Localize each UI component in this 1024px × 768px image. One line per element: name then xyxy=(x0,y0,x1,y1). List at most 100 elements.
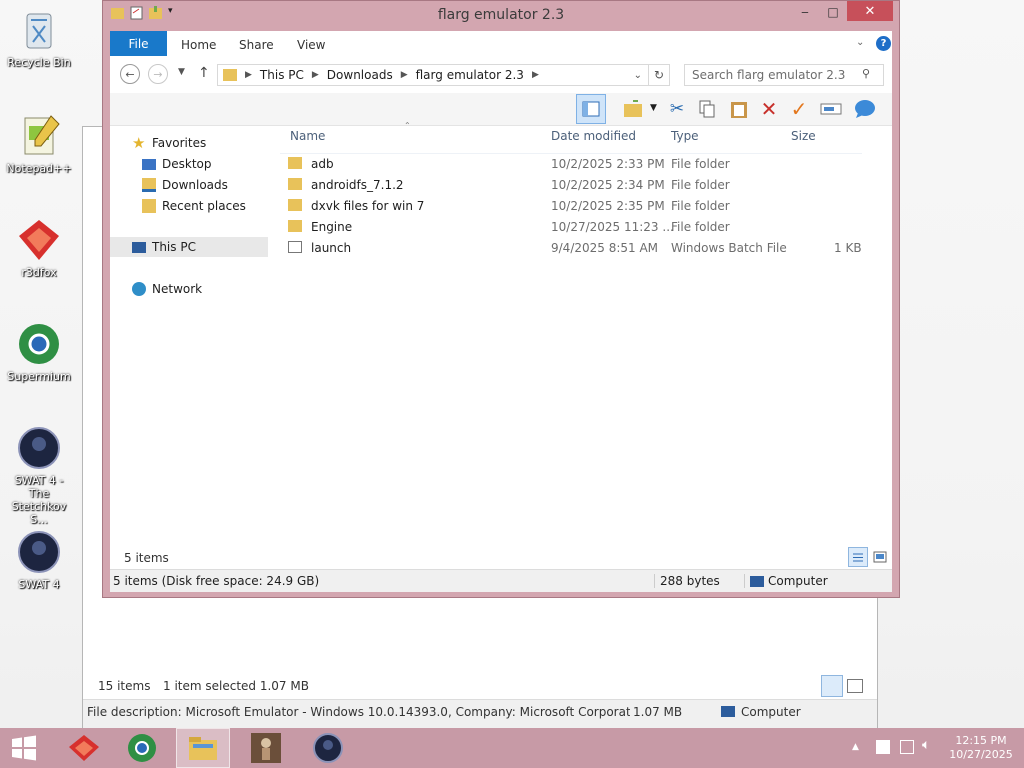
breadcrumb-downloads[interactable]: Downloads xyxy=(327,68,393,82)
navigation-pane: ★ Favorites Desktop Downloads Recent pla… xyxy=(110,125,270,545)
search-input[interactable]: Search flarg emulator 2.3 xyxy=(684,64,884,86)
swat4-icon xyxy=(15,424,63,472)
file-type: File folder xyxy=(671,220,730,234)
desktop-icon-swat4-stetchkov[interactable]: SWAT 4 - The Stetchkov S... xyxy=(4,424,74,526)
desktop-icon-r3dfox[interactable]: r3dfox xyxy=(4,216,74,279)
nav-label: Network xyxy=(152,282,203,296)
breadcrumb-this-pc[interactable]: This PC xyxy=(260,68,304,82)
bg-location: Computer xyxy=(741,705,801,719)
computer-icon xyxy=(750,576,764,587)
taskbar-supermium[interactable] xyxy=(116,728,168,768)
column-header-type[interactable]: Type xyxy=(671,129,699,143)
checkmark-icon[interactable]: ✓ xyxy=(788,97,810,121)
back-button[interactable]: ← xyxy=(120,64,140,84)
supermium-icon xyxy=(128,734,156,762)
taskbar-app[interactable] xyxy=(240,728,292,768)
recycle-bin-icon xyxy=(15,6,63,54)
taskbar-r3dfox[interactable] xyxy=(58,728,110,768)
desktop-icon-supermium[interactable]: Supermium xyxy=(4,320,74,383)
breadcrumb-current-folder[interactable]: flarg emulator 2.3 xyxy=(416,68,524,82)
file-row-androidfs[interactable]: androidfs_7.1.2 10/2/2025 2:34 PM File f… xyxy=(280,175,870,196)
folder-icon xyxy=(288,157,302,169)
taskbar-swat4[interactable] xyxy=(302,728,354,768)
desktop-icon-notepadpp[interactable]: Notepad++ xyxy=(4,112,74,175)
maximize-button[interactable]: □ xyxy=(819,1,847,23)
help-icon[interactable]: ? xyxy=(876,36,891,51)
cut-icon[interactable]: ✂ xyxy=(666,98,688,120)
file-type: File folder xyxy=(671,157,730,171)
desktop-icon xyxy=(142,158,156,170)
file-row-adb[interactable]: adb 10/2/2025 2:33 PM File folder xyxy=(280,154,870,175)
status-selection-size: 288 bytes xyxy=(660,574,720,588)
nav-desktop[interactable]: Desktop xyxy=(142,154,212,174)
volume-icon[interactable]: 🔈︎ xyxy=(922,738,930,752)
network-icon[interactable] xyxy=(900,740,914,754)
column-header-size[interactable]: Size xyxy=(791,129,816,143)
large-icons-view-button[interactable] xyxy=(847,679,863,693)
taskbar: ▲ 🔈︎ 12:15 PM 10/27/2025 xyxy=(0,728,1024,768)
file-explorer-icon xyxy=(189,737,217,760)
tab-view[interactable]: View xyxy=(297,38,325,52)
details-view-button[interactable] xyxy=(821,675,843,697)
desktop-icon-swat4[interactable]: SWAT 4 xyxy=(4,528,74,591)
preview-pane-button[interactable] xyxy=(576,94,606,124)
nav-downloads[interactable]: Downloads xyxy=(142,175,228,195)
r3dfox-icon xyxy=(15,216,63,264)
paste-icon[interactable] xyxy=(728,98,750,120)
file-row-dxvk[interactable]: dxvk files for win 7 10/2/2025 2:35 PM F… xyxy=(280,196,870,217)
address-path[interactable]: ▶ This PC ▶ Downloads ▶ flarg emulator 2… xyxy=(217,64,649,86)
refresh-button[interactable]: ↻ xyxy=(648,64,670,86)
chat-bubble-icon[interactable] xyxy=(854,98,876,120)
expand-ribbon-icon[interactable]: ⌄ xyxy=(856,37,864,48)
downloads-icon xyxy=(142,178,156,192)
column-header-date-modified[interactable]: Date modified xyxy=(551,129,636,143)
start-button[interactable] xyxy=(0,728,48,768)
open-folder-button[interactable] xyxy=(622,98,644,120)
desktop-icon-label: Notepad++ xyxy=(6,162,72,175)
details-view-button[interactable] xyxy=(848,547,868,567)
minimize-button[interactable]: ‒ xyxy=(791,1,819,23)
file-size: 1 KB xyxy=(834,241,862,255)
file-date: 10/2/2025 2:34 PM xyxy=(551,178,665,192)
file-date: 9/4/2025 8:51 AM xyxy=(551,241,659,255)
recent-locations-icon[interactable]: ▼ xyxy=(178,67,185,77)
close-button[interactable]: ✕ xyxy=(847,1,893,21)
batch-file-icon xyxy=(288,241,302,253)
nav-favorites[interactable]: ★ Favorites xyxy=(132,133,206,153)
column-header-name[interactable]: Name xyxy=(290,129,325,143)
action-center-icon[interactable] xyxy=(876,740,890,754)
r3dfox-icon xyxy=(69,735,99,761)
forward-button[interactable]: → xyxy=(148,64,168,84)
rename-icon[interactable] xyxy=(820,98,842,120)
desktop-icon-label: SWAT 4 - The Stetchkov S... xyxy=(11,474,67,526)
nav-this-pc[interactable]: This PC xyxy=(110,237,268,257)
notepadpp-icon xyxy=(15,112,63,160)
desktop-icon-label: Supermium xyxy=(7,370,71,383)
file-date: 10/2/2025 2:33 PM xyxy=(551,157,665,171)
taskbar-file-explorer[interactable] xyxy=(176,728,230,768)
swat4-icon xyxy=(313,733,343,763)
delete-icon[interactable]: ✕ xyxy=(758,97,780,121)
large-icons-view-button[interactable] xyxy=(870,547,890,567)
nav-recent-places[interactable]: Recent places xyxy=(142,196,246,216)
nav-network[interactable]: Network xyxy=(132,279,202,299)
desktop-icon-label: Recycle Bin xyxy=(7,56,71,69)
tab-file[interactable]: File xyxy=(110,31,167,56)
file-row-launch[interactable]: launch 9/4/2025 8:51 AM Windows Batch Fi… xyxy=(280,238,870,259)
file-row-engine[interactable]: Engine 10/27/2025 11:23 ... File folder xyxy=(280,217,870,238)
file-list: ⌃ Name Date modified Type Size adb 10/2/… xyxy=(280,121,892,545)
chevron-down-icon[interactable]: ▼ xyxy=(650,103,657,113)
copy-icon[interactable] xyxy=(696,98,718,120)
show-hidden-icons-button[interactable]: ▲ xyxy=(852,740,859,754)
desktop-icon-recycle-bin[interactable]: Recycle Bin xyxy=(4,6,74,69)
search-icon[interactable]: ⚲ xyxy=(862,67,870,80)
explorer-window[interactable]: ▾ flarg emulator 2.3 ‒ □ ✕ File Home Sha… xyxy=(102,0,900,598)
computer-icon xyxy=(132,241,146,253)
chevron-down-icon[interactable]: ⌄ xyxy=(634,70,642,81)
file-name: adb xyxy=(311,157,334,171)
nav-label: Recent places xyxy=(162,199,246,213)
up-arrow-icon[interactable]: ↑ xyxy=(198,65,210,81)
tab-share[interactable]: Share xyxy=(239,38,274,52)
tab-home[interactable]: Home xyxy=(181,38,216,52)
clock[interactable]: 12:15 PM 10/27/2025 xyxy=(948,734,1014,762)
